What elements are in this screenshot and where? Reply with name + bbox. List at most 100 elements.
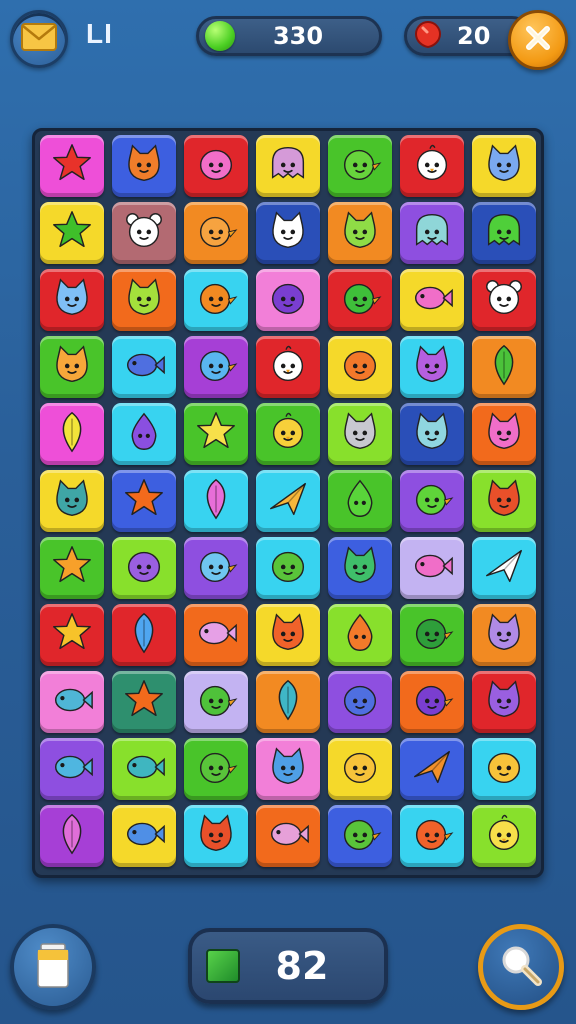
tile-r9-c1[interactable] [40,671,104,733]
tile-r4-c4[interactable] [256,336,320,398]
tile-r8-c2[interactable] [112,604,176,666]
tile-r3-c1[interactable] [40,269,104,331]
magnifier-icon [498,942,544,992]
chick-icon [481,811,527,861]
tile-r10-c1[interactable] [40,738,104,800]
tile-r8-c7[interactable] [472,604,536,666]
coin-count: 330 [272,22,324,50]
fish-icon [265,811,311,861]
tile-r8-c1[interactable] [40,604,104,666]
tile-r7-c7[interactable] [472,537,536,599]
tile-r1-c4[interactable] [256,135,320,197]
tile-r8-c6[interactable] [400,604,464,666]
tile-r2-c4[interactable] [256,202,320,264]
tile-r10-c4[interactable] [256,738,320,800]
tile-r6-c2[interactable] [112,470,176,532]
trash-button[interactable] [10,924,96,1010]
tile-r5-c7[interactable] [472,403,536,465]
tile-r5-c1[interactable] [40,403,104,465]
tile-r3-c7[interactable] [472,269,536,331]
tile-r10-c3[interactable] [184,738,248,800]
tile-r2-c3[interactable] [184,202,248,264]
tile-r6-c4[interactable] [256,470,320,532]
tile-r2-c7[interactable] [472,202,536,264]
cat-icon [49,275,95,325]
tile-r4-c2[interactable] [112,336,176,398]
cat-icon [265,610,311,660]
mail-icon [21,23,57,55]
tile-r1-c5[interactable] [328,135,392,197]
tile-r8-c5[interactable] [328,604,392,666]
tile-r2-c2[interactable] [112,202,176,264]
tile-r4-c1[interactable] [40,336,104,398]
tile-r3-c6[interactable] [400,269,464,331]
tile-r9-c7[interactable] [472,671,536,733]
tile-r1-c3[interactable] [184,135,248,197]
close-button[interactable] [508,10,568,70]
tile-r6-c5[interactable] [328,470,392,532]
tile-r11-c1[interactable] [40,805,104,867]
tile-r10-c7[interactable] [472,738,536,800]
plane-icon [265,476,311,526]
tile-r3-c5[interactable] [328,269,392,331]
tile-r5-c5[interactable] [328,403,392,465]
tile-r4-c3[interactable] [184,336,248,398]
tile-r5-c6[interactable] [400,403,464,465]
tile-r6-c6[interactable] [400,470,464,532]
bear-icon [121,208,167,258]
tile-r3-c4[interactable] [256,269,320,331]
trash-icon [33,940,73,994]
tile-r1-c1[interactable] [40,135,104,197]
tile-r10-c5[interactable] [328,738,392,800]
tile-r7-c3[interactable] [184,537,248,599]
tile-r11-c2[interactable] [112,805,176,867]
tile-r7-c6[interactable] [400,537,464,599]
tile-r11-c7[interactable] [472,805,536,867]
tile-r4-c7[interactable] [472,336,536,398]
tile-r11-c6[interactable] [400,805,464,867]
cat-icon [193,811,239,861]
tile-r7-c2[interactable] [112,537,176,599]
bird-icon [409,677,455,727]
tile-r6-c7[interactable] [472,470,536,532]
tile-r1-c7[interactable] [472,135,536,197]
tile-r11-c3[interactable] [184,805,248,867]
tile-r7-c4[interactable] [256,537,320,599]
tile-r6-c1[interactable] [40,470,104,532]
tile-r11-c5[interactable] [328,805,392,867]
tile-r5-c2[interactable] [112,403,176,465]
tile-r3-c3[interactable] [184,269,248,331]
tile-r9-c6[interactable] [400,671,464,733]
cat-icon [481,409,527,459]
bird-icon [409,811,455,861]
tile-r8-c4[interactable] [256,604,320,666]
tile-r2-c1[interactable] [40,202,104,264]
cat-icon [265,208,311,258]
tile-r7-c1[interactable] [40,537,104,599]
blob-icon [337,677,383,727]
tile-r9-c3[interactable] [184,671,248,733]
tile-r9-c4[interactable] [256,671,320,733]
blob-icon [193,141,239,191]
tile-r3-c2[interactable] [112,269,176,331]
tile-r5-c4[interactable] [256,403,320,465]
tile-r4-c5[interactable] [328,336,392,398]
leaf-icon [265,677,311,727]
tile-r1-c6[interactable] [400,135,464,197]
tile-r10-c2[interactable] [112,738,176,800]
tile-r5-c3[interactable] [184,403,248,465]
tile-r10-c6[interactable] [400,738,464,800]
tile-r2-c6[interactable] [400,202,464,264]
tile-r9-c5[interactable] [328,671,392,733]
tile-r4-c6[interactable] [400,336,464,398]
tile-r8-c3[interactable] [184,604,248,666]
mail-button[interactable] [10,10,68,68]
tile-r1-c2[interactable] [112,135,176,197]
tile-r9-c2[interactable] [112,671,176,733]
tile-r2-c5[interactable] [328,202,392,264]
tile-r6-c3[interactable] [184,470,248,532]
cat-icon [481,141,527,191]
tile-r11-c4[interactable] [256,805,320,867]
tile-r7-c5[interactable] [328,537,392,599]
search-button[interactable] [478,924,564,1010]
